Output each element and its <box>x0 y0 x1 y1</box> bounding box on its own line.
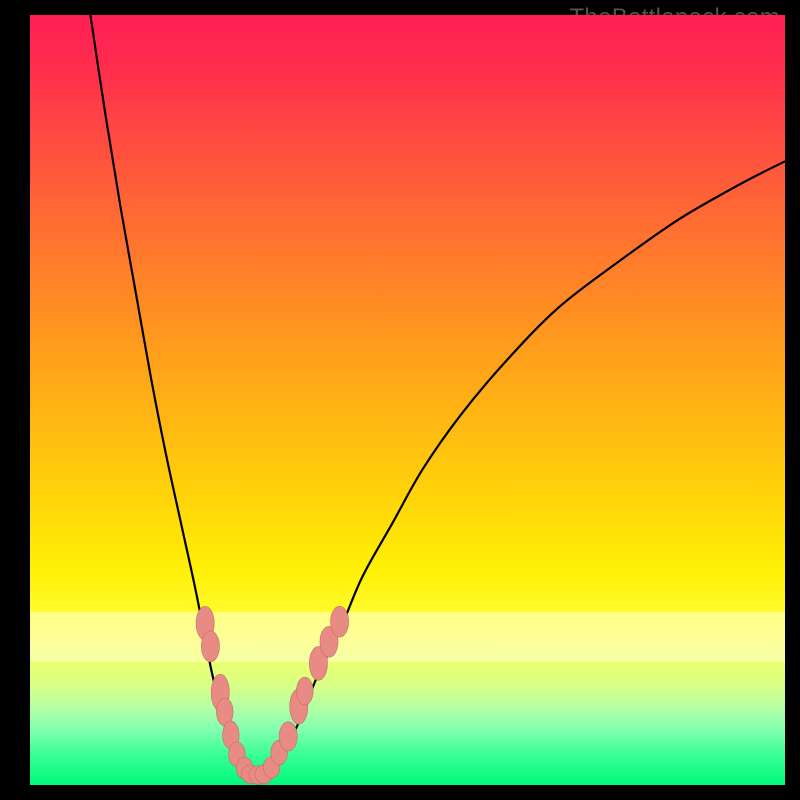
series-right-curve <box>264 161 785 775</box>
curves-svg <box>30 15 785 785</box>
data-marker <box>330 606 348 637</box>
plot-area <box>30 15 785 785</box>
data-marker <box>201 631 219 662</box>
chart-frame: TheBottleneck.com <box>0 0 800 800</box>
data-marker <box>279 722 297 751</box>
data-marker <box>297 677 314 705</box>
series-left-curve <box>90 15 249 775</box>
